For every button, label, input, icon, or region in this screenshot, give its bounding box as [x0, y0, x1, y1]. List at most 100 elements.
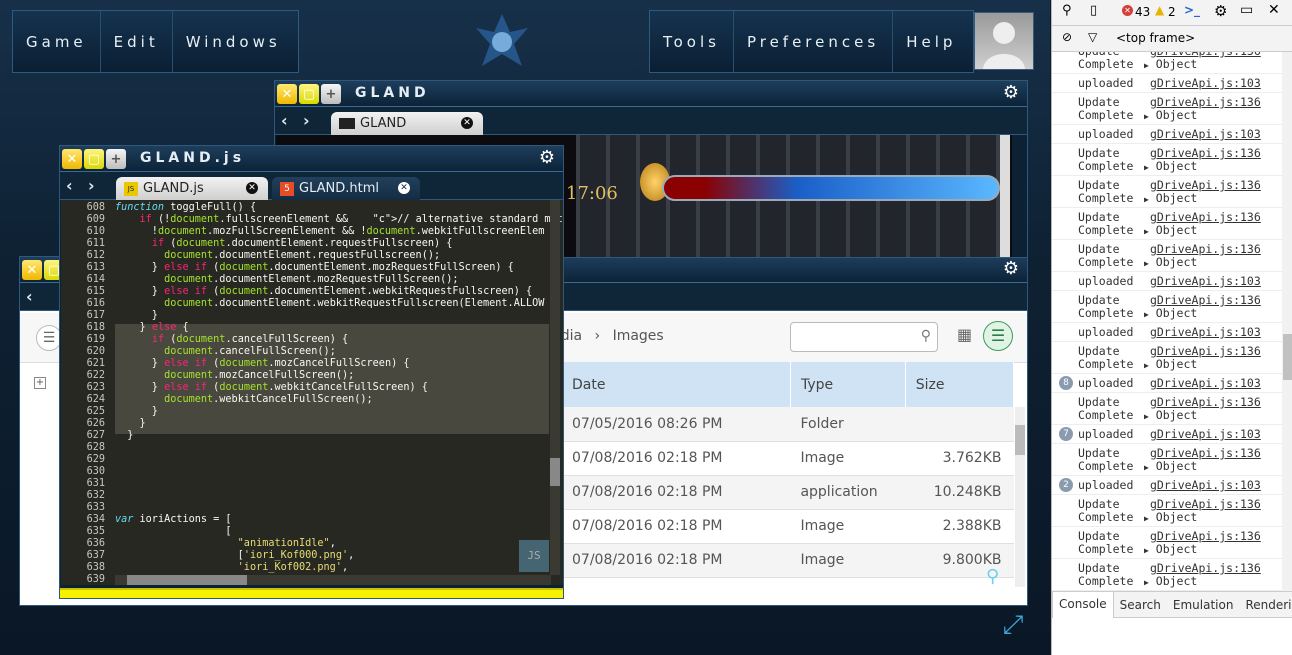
- log-source-link[interactable]: gDriveApi.js:103: [1150, 325, 1261, 339]
- log-source-link[interactable]: gDriveApi.js:103: [1150, 76, 1261, 90]
- back-arrow-icon[interactable]: ‹: [66, 176, 73, 195]
- log-object[interactable]: ▶ Object: [1144, 159, 1197, 173]
- clear-icon[interactable]: ⊘: [1062, 30, 1072, 44]
- expand-triangle-icon[interactable]: ▶: [1144, 61, 1149, 70]
- device-mode-icon[interactable]: ▯: [1090, 3, 1097, 18]
- log-source-link[interactable]: gDriveApi.js:136: [1150, 395, 1261, 409]
- search-zoom-icon[interactable]: ⚲: [986, 566, 1020, 590]
- log-object[interactable]: ▶ Object: [1144, 510, 1197, 524]
- log-object[interactable]: ▶ Object: [1144, 574, 1197, 588]
- log-object[interactable]: ▶ Object: [1144, 223, 1197, 237]
- plus-icon[interactable]: +: [321, 84, 341, 104]
- list-view-icon[interactable]: ☰: [983, 321, 1013, 351]
- log-object[interactable]: ▶ Object: [1144, 357, 1197, 371]
- forward-arrow-icon[interactable]: ›: [88, 176, 95, 195]
- gear-icon[interactable]: ⚙: [1001, 83, 1021, 103]
- log-source-link[interactable]: gDriveApi.js:136: [1150, 178, 1261, 192]
- tab-emulation[interactable]: Emulation: [1167, 598, 1240, 612]
- log-object[interactable]: ▶ Object: [1144, 108, 1197, 122]
- col-type[interactable]: Type: [790, 362, 906, 407]
- plus-icon[interactable]: +: [106, 149, 126, 169]
- close-icon[interactable]: ✕: [461, 117, 473, 129]
- minimize-icon[interactable]: ▢: [84, 149, 104, 169]
- tab-gland[interactable]: GLAND ✕: [331, 112, 483, 135]
- menu-game[interactable]: Game: [13, 11, 101, 72]
- expand-triangle-icon[interactable]: ▶: [1144, 361, 1149, 370]
- search-input[interactable]: ⚲: [790, 322, 938, 352]
- dock-icon[interactable]: ▭: [1240, 2, 1253, 18]
- expand-triangle-icon[interactable]: ▶: [1144, 259, 1149, 268]
- scrollbar[interactable]: [1000, 135, 1010, 257]
- col-date[interactable]: Date: [562, 362, 791, 407]
- tab-console[interactable]: Console: [1052, 591, 1114, 618]
- search-icon[interactable]: ⚲: [921, 328, 931, 344]
- search-icon[interactable]: ⚲: [1062, 3, 1072, 18]
- log-source-link[interactable]: gDriveApi.js:136: [1150, 242, 1261, 256]
- close-icon[interactable]: ✕: [62, 149, 82, 169]
- close-icon[interactable]: ✕: [398, 182, 410, 194]
- log-source-link[interactable]: gDriveApi.js:136: [1150, 344, 1261, 358]
- expand-triangle-icon[interactable]: ▶: [1144, 412, 1149, 421]
- back-arrow-icon[interactable]: ‹: [26, 287, 33, 306]
- log-object[interactable]: ▶ Object: [1144, 255, 1197, 269]
- table-row[interactable]: 07/08/2016 02:18 PM Image 2.388KB: [562, 509, 1014, 544]
- code-editor[interactable]: 608 function toggleFull() {609 if (!docum…: [61, 200, 563, 585]
- gear-icon[interactable]: ⚙: [1001, 259, 1021, 279]
- tab-gland-js[interactable]: JS GLAND.js ✕: [116, 177, 268, 200]
- log-source-link[interactable]: gDriveApi.js:103: [1150, 127, 1261, 141]
- log-source-link[interactable]: gDriveApi.js:136: [1150, 446, 1261, 460]
- menu-preferences[interactable]: Preferences: [734, 11, 894, 72]
- close-icon[interactable]: ✕: [246, 182, 258, 194]
- fullscreen-icon[interactable]: ⤢: [988, 610, 1038, 644]
- table-row[interactable]: 07/08/2016 02:18 PM application 10.248KB: [562, 475, 1014, 510]
- avatar[interactable]: [974, 12, 1034, 70]
- close-icon[interactable]: ✕: [1268, 2, 1280, 18]
- log-object[interactable]: ▶ Object: [1144, 408, 1197, 422]
- tab-search[interactable]: Search: [1114, 598, 1167, 612]
- breadcrumb-images[interactable]: Images: [613, 328, 664, 344]
- tab-rendering[interactable]: Rendering: [1239, 598, 1292, 612]
- vertical-scrollbar[interactable]: [550, 200, 560, 575]
- expand-triangle-icon[interactable]: ▶: [1144, 546, 1149, 555]
- gear-icon[interactable]: ⚙: [537, 148, 557, 168]
- console-scrollbar[interactable]: [1282, 52, 1292, 591]
- table-row[interactable]: 07/05/2016 08:26 PM Folder: [562, 407, 1014, 442]
- grid-view-icon[interactable]: ▦: [957, 325, 972, 344]
- tab-gland-html[interactable]: 5 GLAND.html ✕: [272, 177, 420, 200]
- log-source-link[interactable]: gDriveApi.js:136: [1150, 210, 1261, 224]
- log-source-link[interactable]: gDriveApi.js:103: [1150, 274, 1261, 288]
- expand-triangle-icon[interactable]: ▶: [1144, 195, 1149, 204]
- expand-triangle-icon[interactable]: ▶: [1144, 163, 1149, 172]
- expand-triangle-icon[interactable]: ▶: [1144, 310, 1149, 319]
- menu-edit[interactable]: Edit: [101, 11, 173, 72]
- log-source-link[interactable]: gDriveApi.js:136: [1150, 146, 1261, 160]
- error-count[interactable]: 43: [1135, 5, 1150, 19]
- minimize-icon[interactable]: ▢: [299, 84, 319, 104]
- expand-triangle-icon[interactable]: ▶: [1144, 463, 1149, 472]
- log-object[interactable]: ▶ Object: [1144, 57, 1197, 71]
- log-object[interactable]: ▶ Object: [1144, 191, 1197, 205]
- expand-triangle-icon[interactable]: ▶: [1144, 514, 1149, 523]
- log-source-link[interactable]: gDriveApi.js:136: [1150, 293, 1261, 307]
- expand-icon[interactable]: +: [34, 377, 46, 389]
- log-source-link[interactable]: gDriveApi.js:136: [1150, 529, 1261, 543]
- log-source-link[interactable]: gDriveApi.js:103: [1150, 376, 1261, 390]
- menu-tools[interactable]: Tools: [650, 11, 734, 72]
- menu-help[interactable]: Help: [893, 11, 969, 72]
- log-source-link[interactable]: gDriveApi.js:103: [1150, 478, 1261, 492]
- horizontal-scrollbar[interactable]: [115, 575, 551, 585]
- back-arrow-icon[interactable]: ‹: [281, 111, 288, 130]
- expand-triangle-icon[interactable]: ▶: [1144, 112, 1149, 121]
- filter-icon[interactable]: ▽: [1088, 30, 1097, 44]
- forward-arrow-icon[interactable]: ›: [303, 111, 310, 130]
- expand-triangle-icon[interactable]: ▶: [1144, 227, 1149, 236]
- log-source-link[interactable]: gDriveApi.js:136: [1150, 95, 1261, 109]
- menu-windows[interactable]: Windows: [173, 11, 294, 72]
- log-source-link[interactable]: gDriveApi.js:136: [1150, 497, 1261, 511]
- col-size[interactable]: Size: [905, 362, 1015, 407]
- close-icon[interactable]: ✕: [22, 260, 42, 280]
- log-object[interactable]: ▶ Object: [1144, 542, 1197, 556]
- warning-count[interactable]: 2: [1168, 5, 1176, 19]
- table-row[interactable]: 07/08/2016 02:18 PM Image 9.800KB: [562, 543, 1014, 578]
- log-source-link[interactable]: gDriveApi.js:136: [1150, 561, 1261, 575]
